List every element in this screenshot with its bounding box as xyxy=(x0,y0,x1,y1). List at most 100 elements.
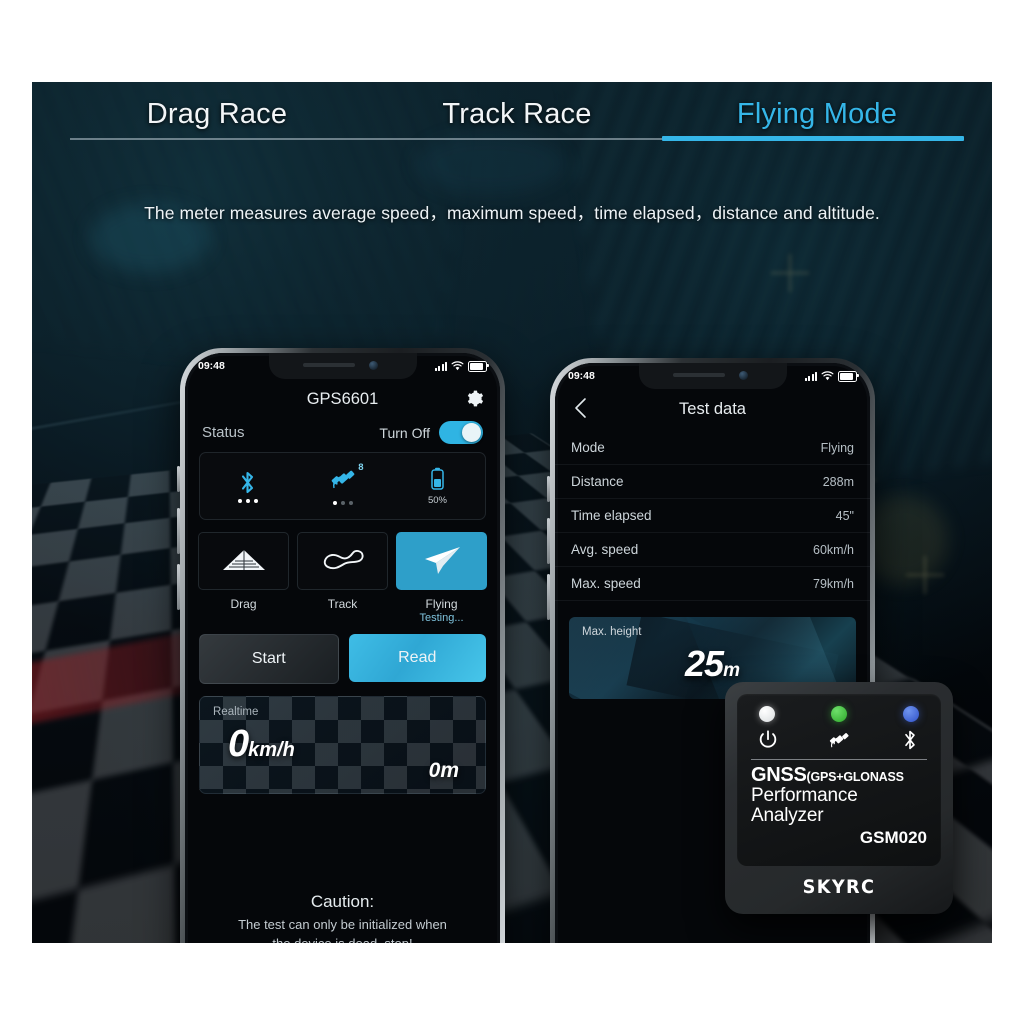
wifi-icon xyxy=(451,361,464,371)
power-led xyxy=(759,706,775,722)
satellite-icon xyxy=(331,470,354,489)
row-value: 288m xyxy=(822,474,854,489)
realtime-card: Realtime 0km/h 0m xyxy=(199,696,486,794)
gear-icon[interactable] xyxy=(465,389,484,408)
tab-track-race[interactable]: Track Race xyxy=(372,90,662,138)
row-value: 60km/h xyxy=(813,542,854,557)
test-data-list: Mode Flying Distance 288m Time elapsed 4… xyxy=(555,431,870,601)
mode-label-drag: Drag xyxy=(230,597,257,611)
device-led-row xyxy=(751,706,927,722)
table-row: Mode Flying xyxy=(555,431,870,465)
signal-bars-icon xyxy=(805,371,817,381)
bluetooth-led xyxy=(903,706,919,722)
left-phone-device: 09:48 GPS6601 Status Turn Off 8 50% Drag… xyxy=(177,348,505,943)
table-row: Avg. speed 60km/h xyxy=(555,533,870,567)
gps-led xyxy=(831,706,847,722)
mode-button-track[interactable]: Track xyxy=(297,532,388,624)
battery-icon xyxy=(468,360,489,372)
power-toggle[interactable] xyxy=(439,421,483,444)
status-bar-time: 09:48 xyxy=(198,360,225,372)
paper-plane-icon xyxy=(424,547,460,574)
status-bar-indicators xyxy=(805,370,859,382)
action-buttons: Start Read xyxy=(185,624,500,684)
flying-icon-box xyxy=(396,532,487,590)
phone-volume-down-button[interactable] xyxy=(177,564,180,610)
nav-header: Test data xyxy=(555,389,870,429)
connection-status-card: 8 50% xyxy=(199,452,486,520)
wifi-icon xyxy=(821,371,834,381)
table-row: Distance 288m xyxy=(555,465,870,499)
caution-line-1: The test can only be initialized when xyxy=(238,917,447,933)
bluetooth-signal-dots xyxy=(237,498,258,503)
tab-flying-mode[interactable]: Flying Mode xyxy=(672,90,962,138)
realtime-distance: 0m xyxy=(428,759,459,782)
status-bar-indicators xyxy=(435,360,489,372)
race-track-icon xyxy=(323,549,364,570)
right-status-bar: 09:48 xyxy=(555,363,870,389)
phone-volume-up-button[interactable] xyxy=(547,518,550,564)
row-value: Flying xyxy=(820,440,854,455)
chevron-left-icon[interactable] xyxy=(571,397,591,419)
mode-label-flying: Flying xyxy=(425,597,458,611)
realtime-speed-value: 0 xyxy=(228,723,249,765)
device-divider xyxy=(751,759,927,760)
max-height-value: 25 xyxy=(685,643,724,684)
table-row: Max. speed 79km/h xyxy=(555,567,870,601)
status-bar-time: 09:48 xyxy=(568,370,595,382)
status-label: Status xyxy=(202,424,245,441)
light-star xyxy=(771,254,810,293)
power-icon xyxy=(759,730,777,748)
page-title: Test data xyxy=(679,399,746,418)
left-app-screen: GPS6601 Status Turn Off 8 50% Drag Track… xyxy=(185,379,500,943)
drag-strip-icon xyxy=(222,550,265,570)
max-height-unit: m xyxy=(723,660,740,681)
phone-mute-button[interactable] xyxy=(177,466,180,492)
phone-mute-button[interactable] xyxy=(547,476,550,502)
mode-selector: Drag Track Flying Testing... xyxy=(185,520,500,624)
battery-percent: 50% xyxy=(427,494,447,506)
battery-status-cell: 50% xyxy=(390,467,485,506)
status-toggle-row: Status Turn Off xyxy=(185,419,500,452)
row-key: Max. speed xyxy=(571,576,641,591)
realtime-speed: 0km/h xyxy=(228,723,295,766)
content-panel: RALLY Drag Race Track Race Flying Mode T… xyxy=(32,82,992,943)
row-key: Time elapsed xyxy=(571,508,652,523)
read-button[interactable]: Read xyxy=(348,634,486,682)
device-gnss-paren: (GPS+GLONASS xyxy=(806,770,904,784)
device-product-text: GNSS(GPS+GLONASS Performance Analyzer GS… xyxy=(751,765,927,846)
left-phone-screen: 09:48 GPS6601 Status Turn Off 8 50% Drag… xyxy=(185,353,500,943)
gsm020-device: GNSS(GPS+GLONASS Performance Analyzer GS… xyxy=(725,682,953,914)
device-title-line-3: Analyzer xyxy=(751,805,824,826)
mode-button-drag[interactable]: Drag xyxy=(198,532,289,624)
mode-button-flying[interactable]: Flying Testing... xyxy=(396,532,487,624)
battery-icon xyxy=(838,370,859,382)
row-key: Mode xyxy=(571,440,605,455)
mode-tabs: Drag Race Track Race Flying Mode xyxy=(32,82,992,156)
satellite-signal-dots xyxy=(332,501,353,505)
bluetooth-status-cell xyxy=(200,470,295,503)
row-key: Distance xyxy=(571,474,624,489)
toggle-label: Turn Off xyxy=(379,424,430,441)
battery-level-icon xyxy=(431,467,444,490)
track-icon-box xyxy=(297,532,388,590)
turn-off-control[interactable]: Turn Off xyxy=(379,421,483,444)
satellite-count: 8 xyxy=(358,462,364,473)
device-gnss-text: GNSS xyxy=(751,764,807,786)
row-value: 79km/h xyxy=(813,576,854,591)
max-height-value-wrap: 25m xyxy=(569,643,856,685)
app-title: GPS6601 xyxy=(306,389,379,408)
caution-block: Caution: The test can only be initialize… xyxy=(185,892,500,943)
phone-volume-up-button[interactable] xyxy=(177,508,180,554)
mode-status-testing: Testing... xyxy=(419,612,464,624)
start-button[interactable]: Start xyxy=(199,634,339,684)
bluetooth-icon xyxy=(241,471,254,493)
phone-volume-down-button[interactable] xyxy=(547,574,550,620)
mode-label-track: Track xyxy=(327,597,358,611)
device-model-number: GSM020 xyxy=(859,828,927,847)
light-star xyxy=(905,555,944,594)
table-row: Time elapsed 45" xyxy=(555,499,870,533)
app-header: GPS6601 xyxy=(185,379,500,419)
tab-drag-race[interactable]: Drag Race xyxy=(72,90,362,138)
caution-title: Caution: xyxy=(310,892,375,912)
satellite-icon xyxy=(829,733,849,748)
